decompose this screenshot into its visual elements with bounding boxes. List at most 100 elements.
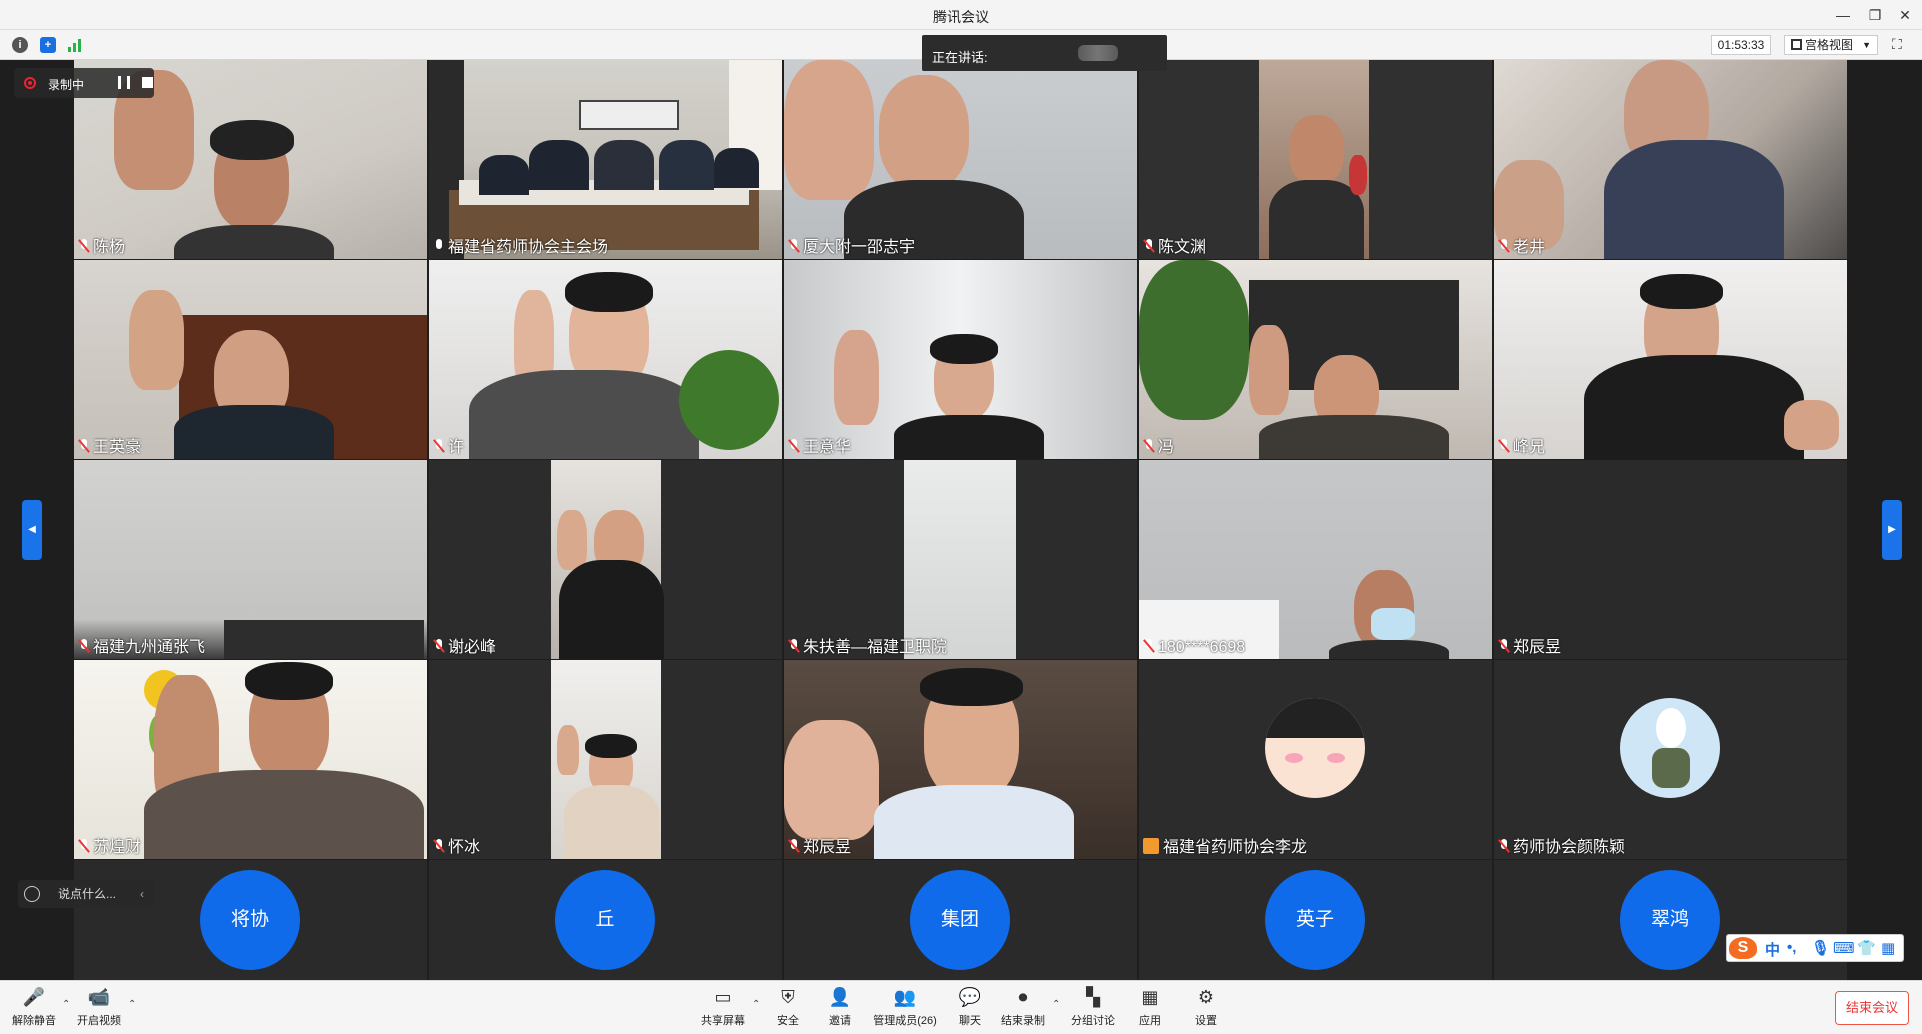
mic-muted-icon bbox=[1498, 639, 1510, 653]
prev-page-button[interactable]: ◀ bbox=[22, 500, 42, 560]
video-tile[interactable]: 福建九州通张飞 bbox=[74, 460, 427, 659]
participant-name: 朱扶善—福建卫职院 bbox=[786, 638, 951, 658]
bottom-toolbar: 🎤 解除静音 ⌃ 📹 开启视频 ⌃ ▭ 共享屏幕 ⌃ ⛨ 安全 👤 邀请 👥 管… bbox=[0, 980, 1922, 1034]
toolbox-icon[interactable]: ▦ bbox=[1881, 939, 1895, 957]
video-tile[interactable]: 朱扶善—福建卫职院 bbox=[784, 460, 1137, 659]
video-tile[interactable]: 将协 bbox=[74, 860, 427, 980]
mic-muted-icon bbox=[788, 239, 800, 253]
participant-name: 怀冰 bbox=[431, 838, 484, 858]
members-icon: 👥 bbox=[893, 987, 917, 1007]
video-tile[interactable]: 冯 bbox=[1139, 260, 1492, 459]
share-screen-label: 共享屏幕 bbox=[701, 1015, 745, 1027]
video-tile[interactable]: 老井 bbox=[1494, 60, 1847, 259]
view-mode-button[interactable]: 宫格视图 ▼ bbox=[1784, 35, 1878, 55]
recording-label: 录制中 bbox=[48, 78, 85, 92]
record-options-chevron-icon[interactable]: ⌃ bbox=[1052, 999, 1060, 1010]
video-tile[interactable]: 丘 bbox=[429, 860, 782, 980]
close-icon[interactable]: ✕ bbox=[1890, 4, 1920, 26]
ime-mode-label[interactable]: 中 bbox=[1765, 939, 1780, 960]
participant-name: 冯 bbox=[1141, 438, 1178, 458]
security-label: 安全 bbox=[777, 1015, 799, 1027]
minimize-icon[interactable]: — bbox=[1828, 4, 1858, 26]
participant-name: 苏煌财 bbox=[76, 838, 145, 858]
video-tile[interactable]: 陈文渊 bbox=[1139, 60, 1492, 259]
mic-muted-icon bbox=[1143, 639, 1155, 653]
shield-icon[interactable]: + bbox=[40, 37, 56, 53]
participant-name: 福建省药师协会李龙 bbox=[1141, 838, 1311, 858]
end-record-label: 结束录制 bbox=[1001, 1015, 1045, 1027]
invite-label: 邀请 bbox=[829, 1015, 851, 1027]
skin-icon[interactable]: 👕 bbox=[1857, 939, 1876, 957]
share-options-chevron-icon[interactable]: ⌃ bbox=[752, 999, 760, 1010]
unmute-button[interactable]: 🎤 解除静音 bbox=[10, 985, 58, 1028]
speaker-name-blurred bbox=[1078, 45, 1118, 61]
keyboard-icon[interactable]: ⌨ bbox=[1833, 939, 1855, 957]
video-tile[interactable]: 集团 bbox=[784, 860, 1137, 980]
shield-icon: ⛨ bbox=[781, 987, 795, 1007]
mic-muted-icon bbox=[78, 639, 90, 653]
mic-off-icon: 🎤 bbox=[22, 987, 46, 1007]
participant-name: 陈杨 bbox=[76, 238, 129, 258]
share-screen-button[interactable]: ▭ 共享屏幕 bbox=[698, 985, 748, 1028]
participant-name: 福建九州通张飞 bbox=[76, 638, 209, 658]
chat-button[interactable]: 💬 聊天 bbox=[954, 985, 986, 1028]
breakout-label: 分组讨论 bbox=[1071, 1015, 1115, 1027]
emoji-icon[interactable] bbox=[24, 886, 40, 902]
info-icon[interactable]: i bbox=[12, 37, 28, 53]
video-tile[interactable]: 王英豪 bbox=[74, 260, 427, 459]
mic-muted-icon bbox=[1143, 439, 1155, 453]
video-tile[interactable]: 180****6698 bbox=[1139, 460, 1492, 659]
settings-button[interactable]: ⚙ 设置 bbox=[1190, 985, 1222, 1028]
mic-muted-icon bbox=[78, 439, 90, 453]
fullscreen-icon[interactable]: ⛶ bbox=[1892, 36, 1910, 54]
person-icon bbox=[1143, 838, 1159, 854]
video-tile[interactable]: 药师协会颜陈颖 bbox=[1494, 660, 1847, 859]
invite-button[interactable]: 👤 邀请 bbox=[824, 985, 856, 1028]
video-tile[interactable]: 许 bbox=[429, 260, 782, 459]
breakout-button[interactable]: ▚ 分组讨论 bbox=[1068, 985, 1118, 1028]
end-record-button[interactable]: ⏺ 结束录制 bbox=[998, 985, 1048, 1028]
participant-name: 陈文渊 bbox=[1141, 238, 1210, 258]
sogou-logo-icon: S bbox=[1729, 937, 1757, 959]
video-tile[interactable]: 王意华 bbox=[784, 260, 1137, 459]
signal-icon[interactable] bbox=[68, 38, 84, 52]
video-tile[interactable]: 郑辰昱 bbox=[1494, 460, 1847, 659]
apps-button[interactable]: ▦ 应用 bbox=[1134, 985, 1166, 1028]
participant-name: 峰兄 bbox=[1496, 438, 1549, 458]
video-tile[interactable]: 怀冰 bbox=[429, 660, 782, 859]
punctuation-icon[interactable]: •, bbox=[1787, 939, 1796, 956]
mic-options-chevron-icon[interactable]: ⌃ bbox=[62, 999, 70, 1010]
security-button[interactable]: ⛨ 安全 bbox=[772, 985, 804, 1028]
chat-input[interactable]: 说点什么... ‹ bbox=[18, 880, 154, 908]
microphone-icon[interactable]: 🎙 bbox=[1811, 939, 1830, 957]
gear-icon: ⚙ bbox=[1197, 987, 1215, 1007]
pause-icon[interactable] bbox=[118, 76, 130, 89]
window-title: 腾讯会议 bbox=[933, 9, 989, 25]
chevron-left-icon[interactable]: ‹ bbox=[140, 880, 144, 908]
ime-toolbar[interactable]: S 中 •, 🎙 ⌨ 👕 ▦ bbox=[1726, 934, 1904, 962]
video-tile[interactable]: 福建省药师协会主会场 bbox=[429, 60, 782, 259]
video-tile[interactable]: 翠鸿 bbox=[1494, 860, 1847, 980]
manage-members-button[interactable]: 👥 管理成员(26) bbox=[870, 985, 940, 1028]
add-user-icon: 👤 bbox=[828, 987, 852, 1007]
mic-muted-icon bbox=[1498, 439, 1510, 453]
participant-name: 郑辰昱 bbox=[786, 838, 855, 858]
maximize-icon[interactable]: ❐ bbox=[1860, 4, 1890, 26]
participant-name: 老井 bbox=[1496, 238, 1549, 258]
start-video-button[interactable]: 📹 开启视频 bbox=[74, 985, 124, 1028]
stop-icon[interactable] bbox=[142, 77, 153, 88]
video-tile[interactable]: 峰兄 bbox=[1494, 260, 1847, 459]
manage-members-label: 管理成员(26) bbox=[873, 1015, 937, 1027]
video-tile[interactable]: 谢必峰 bbox=[429, 460, 782, 659]
participant-name: 谢必峰 bbox=[431, 638, 500, 658]
video-tile[interactable]: 福建省药师协会李龙 bbox=[1139, 660, 1492, 859]
next-page-button[interactable]: ▶ bbox=[1882, 500, 1902, 560]
unmute-label: 解除静音 bbox=[12, 1015, 56, 1027]
end-meeting-button[interactable]: 结束会议 bbox=[1835, 991, 1909, 1025]
participant-avatar bbox=[1620, 698, 1720, 798]
video-tile[interactable]: 厦大附一邵志宇 bbox=[784, 60, 1137, 259]
video-options-chevron-icon[interactable]: ⌃ bbox=[128, 999, 136, 1010]
video-tile[interactable]: 苏煌财 bbox=[74, 660, 427, 859]
video-tile[interactable]: 英子 bbox=[1139, 860, 1492, 980]
video-tile[interactable]: 郑辰昱 bbox=[784, 660, 1137, 859]
